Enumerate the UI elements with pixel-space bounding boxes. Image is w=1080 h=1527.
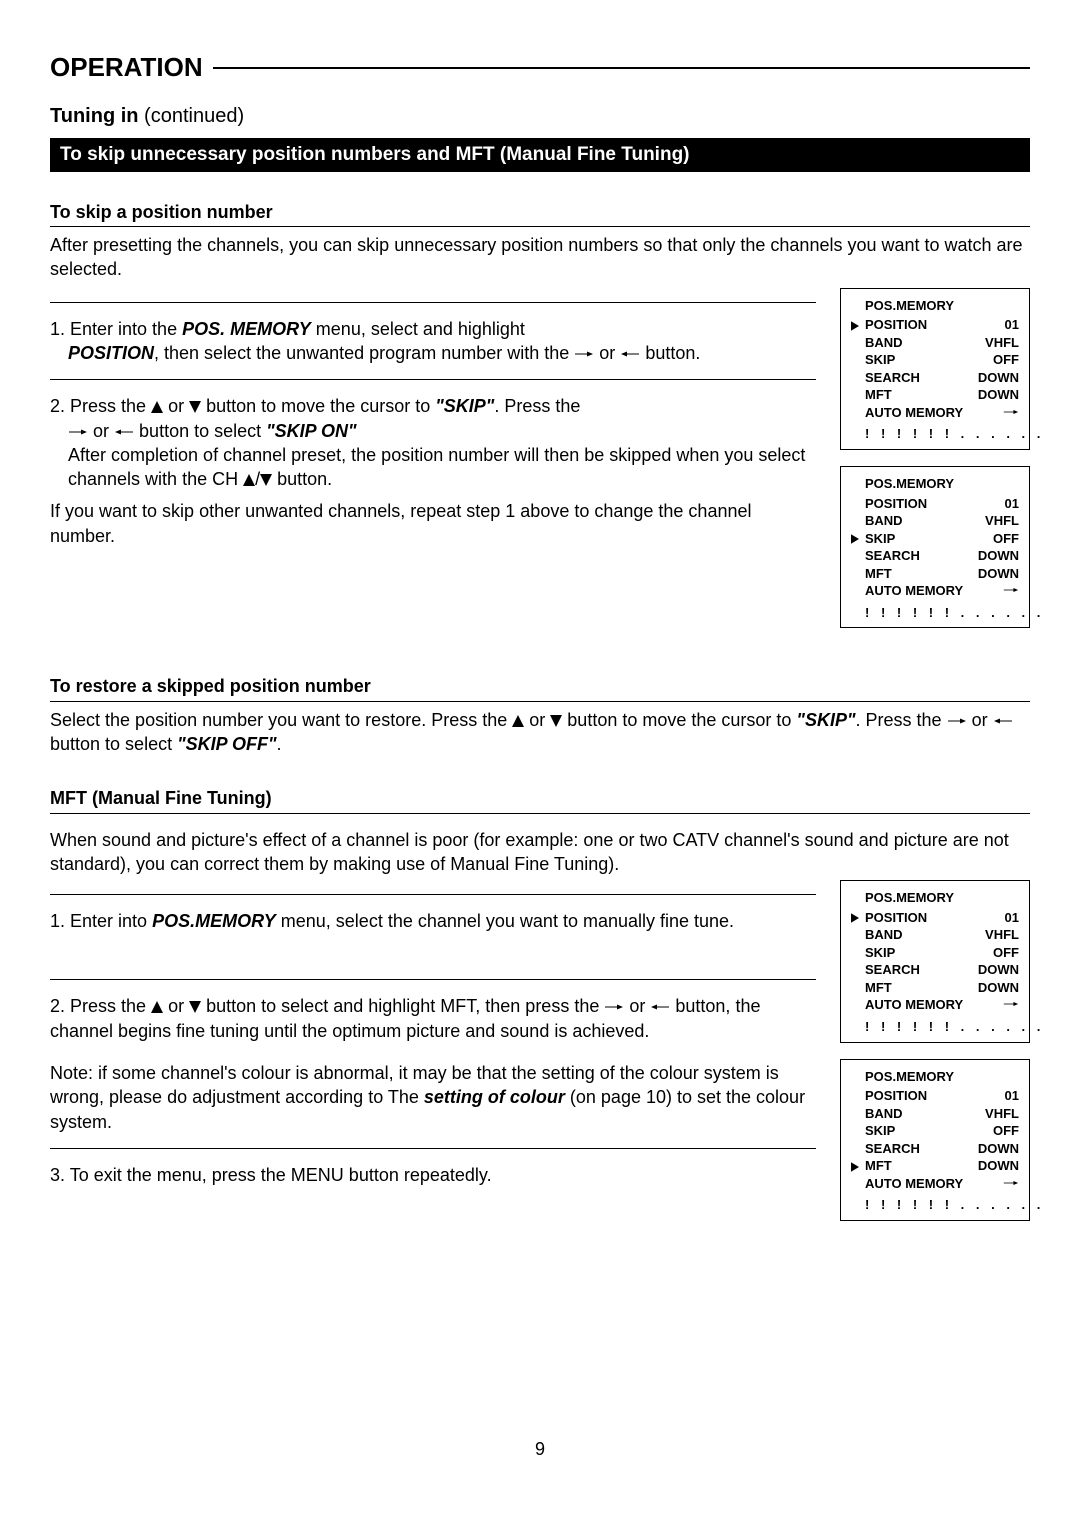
subtitle: Tuning in (continued) (50, 103, 1030, 130)
arrow-right-icon (1003, 584, 1019, 596)
triangle-down-icon (550, 715, 562, 727)
mft-step-3: 3. To exit the menu, press the MENU butt… (50, 1163, 816, 1187)
arrow-right-icon (1003, 998, 1019, 1010)
title-rule (213, 67, 1030, 69)
arrow-right-icon (947, 715, 967, 727)
triangle-down-icon (260, 474, 272, 486)
mft-step-2: 2. Press the or button to select and hig… (50, 994, 816, 1043)
subtitle-cont: (continued) (139, 105, 245, 127)
arrow-right-icon (68, 426, 88, 438)
skip-tail: If you want to skip other unwanted chann… (50, 499, 816, 548)
mft-intro: When sound and picture's effect of a cha… (50, 828, 1030, 877)
triangle-down-icon (189, 401, 201, 413)
divider (50, 894, 816, 895)
skip-heading: To skip a position number (50, 200, 1030, 227)
cursor-icon (851, 1162, 859, 1172)
mft-heading: MFT (Manual Fine Tuning) (50, 786, 1030, 813)
osd-box-4: POS.MEMORY POSITION01 BANDVHFL SKIPOFF S… (840, 1059, 1030, 1221)
divider (50, 979, 816, 980)
osd-box-1: POS.MEMORY POSITION01 BANDVHFL SKIPOFF S… (840, 288, 1030, 450)
mft-step-1: 1. Enter into POS.MEMORY menu, select th… (50, 909, 816, 933)
triangle-up-icon (243, 474, 255, 486)
triangle-up-icon (512, 715, 524, 727)
skip-step-1: 1. Enter into the POS. MEMORY menu, sele… (50, 317, 816, 366)
cursor-icon (851, 321, 859, 331)
arrow-right-icon (1003, 1177, 1019, 1189)
arrow-right-icon (604, 1001, 624, 1013)
page-number: 9 (50, 1437, 1030, 1461)
skip-left-col: 1. Enter into the POS. MEMORY menu, sele… (50, 288, 816, 548)
arrow-left-icon (993, 715, 1013, 727)
triangle-up-icon (151, 401, 163, 413)
triangle-down-icon (189, 1001, 201, 1013)
arrow-right-icon (574, 348, 594, 360)
cursor-icon (851, 913, 859, 923)
page-title-text: OPERATION (50, 50, 203, 85)
arrow-left-icon (650, 1001, 670, 1013)
page-title: OPERATION (50, 50, 1030, 85)
restore-heading: To restore a skipped position number (50, 674, 1030, 701)
osd-box-2: POS.MEMORY POSITION01 BANDVHFL SKIPOFF S… (840, 466, 1030, 628)
subtitle-bold: Tuning in (50, 105, 139, 127)
arrow-right-icon (1003, 406, 1019, 418)
mft-note: Note: if some channel's colour is abnorm… (50, 1061, 816, 1134)
restore-body: Select the position number you want to r… (50, 708, 1030, 757)
mft-left-col: 1. Enter into POS.MEMORY menu, select th… (50, 880, 816, 1195)
arrow-left-icon (620, 348, 640, 360)
osd-box-3: POS.MEMORY POSITION01 BANDVHFL SKIPOFF S… (840, 880, 1030, 1042)
divider (50, 1148, 816, 1149)
skip-step-2: 2. Press the or button to move the curso… (50, 394, 816, 491)
triangle-up-icon (151, 1001, 163, 1013)
divider (50, 379, 816, 380)
cursor-icon (851, 534, 859, 544)
arrow-left-icon (114, 426, 134, 438)
divider (50, 302, 816, 303)
section-banner: To skip unnecessary position numbers and… (50, 138, 1030, 172)
skip-intro: After presetting the channels, you can s… (50, 233, 1030, 282)
